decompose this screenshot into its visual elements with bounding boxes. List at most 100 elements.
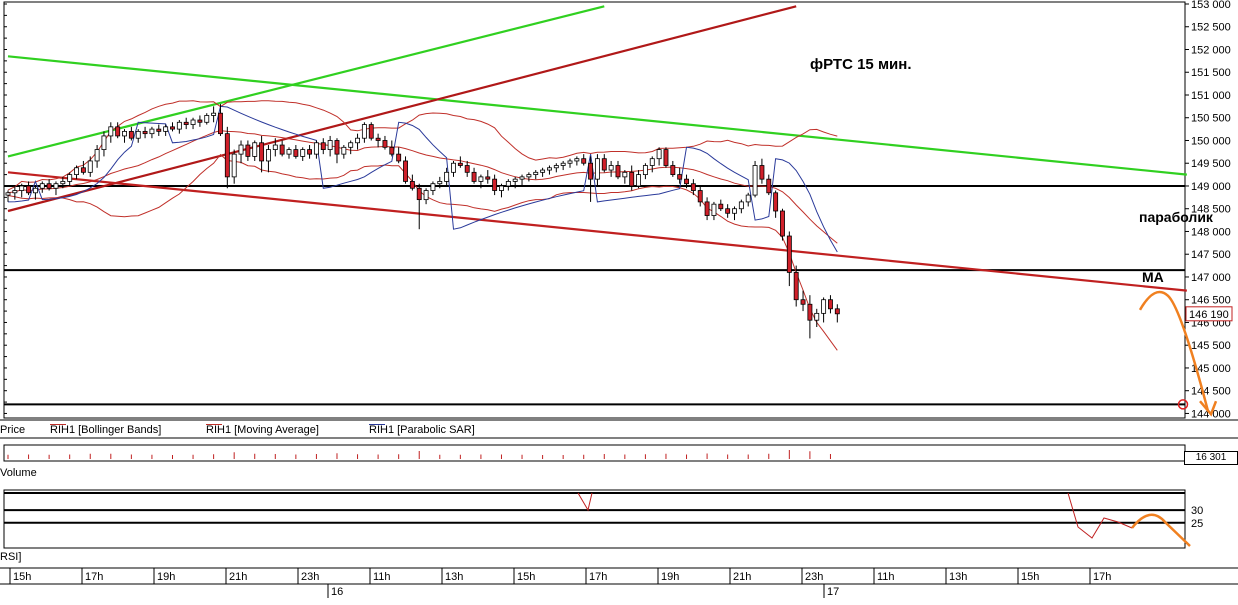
candle-body-up (711, 203, 717, 216)
candle (622, 170, 628, 184)
volume-bars (7, 450, 831, 459)
price-tick-label: 151 000 (1191, 90, 1231, 102)
candle-body-down (492, 178, 498, 191)
candle (26, 181, 32, 196)
time-tick-label: 15h (13, 571, 31, 583)
candle (32, 185, 38, 200)
candle-body-up (341, 146, 347, 155)
candle (725, 204, 731, 218)
price-tick-label: 148 000 (1191, 226, 1231, 238)
candle (320, 138, 326, 155)
candle (266, 145, 271, 173)
candle-body-up (560, 162, 566, 166)
candle (471, 167, 477, 184)
candle-body-up (732, 208, 737, 214)
candle-body-down (375, 137, 381, 141)
candle-body-up (190, 119, 196, 125)
price-tick-label: 153 000 (1191, 0, 1231, 11)
candle (553, 163, 559, 173)
candle (834, 304, 840, 323)
candle-body-up (32, 187, 38, 194)
candle-body-up (451, 162, 456, 173)
price-tick-label: 145 500 (1191, 340, 1231, 352)
candle-body-down (670, 165, 676, 176)
candle (656, 147, 662, 166)
chart-legend: Price RIH1 [Bollinger Bands] RIH1 [Movin… (0, 424, 475, 436)
current-price-label: 146 190 (1189, 309, 1229, 321)
price-tick-label: 152 500 (1191, 22, 1231, 34)
candle (12, 185, 18, 200)
candle-body-down (293, 149, 299, 157)
time-axis: 15h 17h 19h 21h 23h 11h 13h 15h 17h 19h 21h 23h 11h 1… (9, 568, 1111, 598)
candle (451, 160, 456, 177)
candle (334, 138, 340, 164)
candle (163, 124, 169, 136)
candle (773, 190, 779, 218)
time-tick-label: 23h (805, 571, 823, 583)
candle-body-down (615, 165, 621, 178)
candle-body-down (368, 124, 374, 139)
candle (115, 122, 121, 139)
time-tick-label: 21h (229, 571, 247, 583)
candle-body-up (355, 137, 360, 144)
candle (204, 113, 210, 125)
candle-body-up (814, 312, 820, 321)
candle (636, 170, 641, 189)
candle (238, 140, 244, 164)
ma-annotation: MA (1142, 269, 1164, 285)
candle (341, 145, 347, 159)
candle (39, 181, 45, 193)
parabolic-annotation: параболик (1139, 209, 1214, 225)
candle-body-up (478, 176, 484, 182)
price-tick-label: 152 000 (1191, 44, 1231, 56)
price-tick-label: 150 500 (1191, 113, 1231, 125)
candle-body-down (142, 130, 148, 135)
candle (594, 154, 600, 186)
candle (492, 174, 498, 196)
price-tick-label: 149 000 (1191, 181, 1231, 193)
candle (485, 170, 491, 184)
candle-body-down (26, 185, 32, 194)
day-label: 16 (331, 586, 343, 598)
candle (80, 160, 86, 175)
candle (170, 122, 175, 132)
candle (286, 147, 292, 159)
candle-body-up (348, 142, 354, 148)
candle-body-down (786, 235, 792, 273)
volume-current-badge: 16 301 (1184, 451, 1238, 465)
candle-body-up (752, 165, 758, 196)
candle (567, 158, 573, 168)
candle (601, 154, 607, 173)
candle (67, 172, 73, 186)
candle (423, 188, 429, 205)
candle (732, 206, 737, 221)
candle-body-down (800, 299, 806, 305)
candle (252, 140, 258, 161)
candle-body-down (389, 146, 395, 155)
candle-body-down (128, 130, 134, 139)
candle (307, 145, 313, 159)
chart-svg: 153 000 152 500 152 000 151 500 151 000 150 5… (0, 0, 1238, 598)
candle (704, 197, 710, 221)
candle (670, 160, 676, 177)
candle-body-up (526, 174, 532, 178)
candle-body-up (656, 149, 662, 160)
candle (53, 181, 59, 196)
candle-body-down (382, 140, 388, 148)
candle-body-down (307, 149, 313, 155)
candle-body-up (547, 167, 552, 171)
candle-body-down (677, 174, 683, 180)
candle (108, 122, 114, 143)
candle-body-down (725, 208, 731, 214)
candle-body-down (828, 299, 833, 310)
candle-body-up (231, 153, 237, 178)
candle (457, 156, 463, 168)
candle (759, 158, 765, 184)
candle-body-up (204, 115, 210, 123)
candle-body-down (259, 142, 265, 162)
candle-body-down (183, 121, 189, 125)
candle (533, 170, 539, 180)
candle (368, 122, 374, 141)
candle (176, 120, 182, 134)
candle (547, 165, 552, 175)
